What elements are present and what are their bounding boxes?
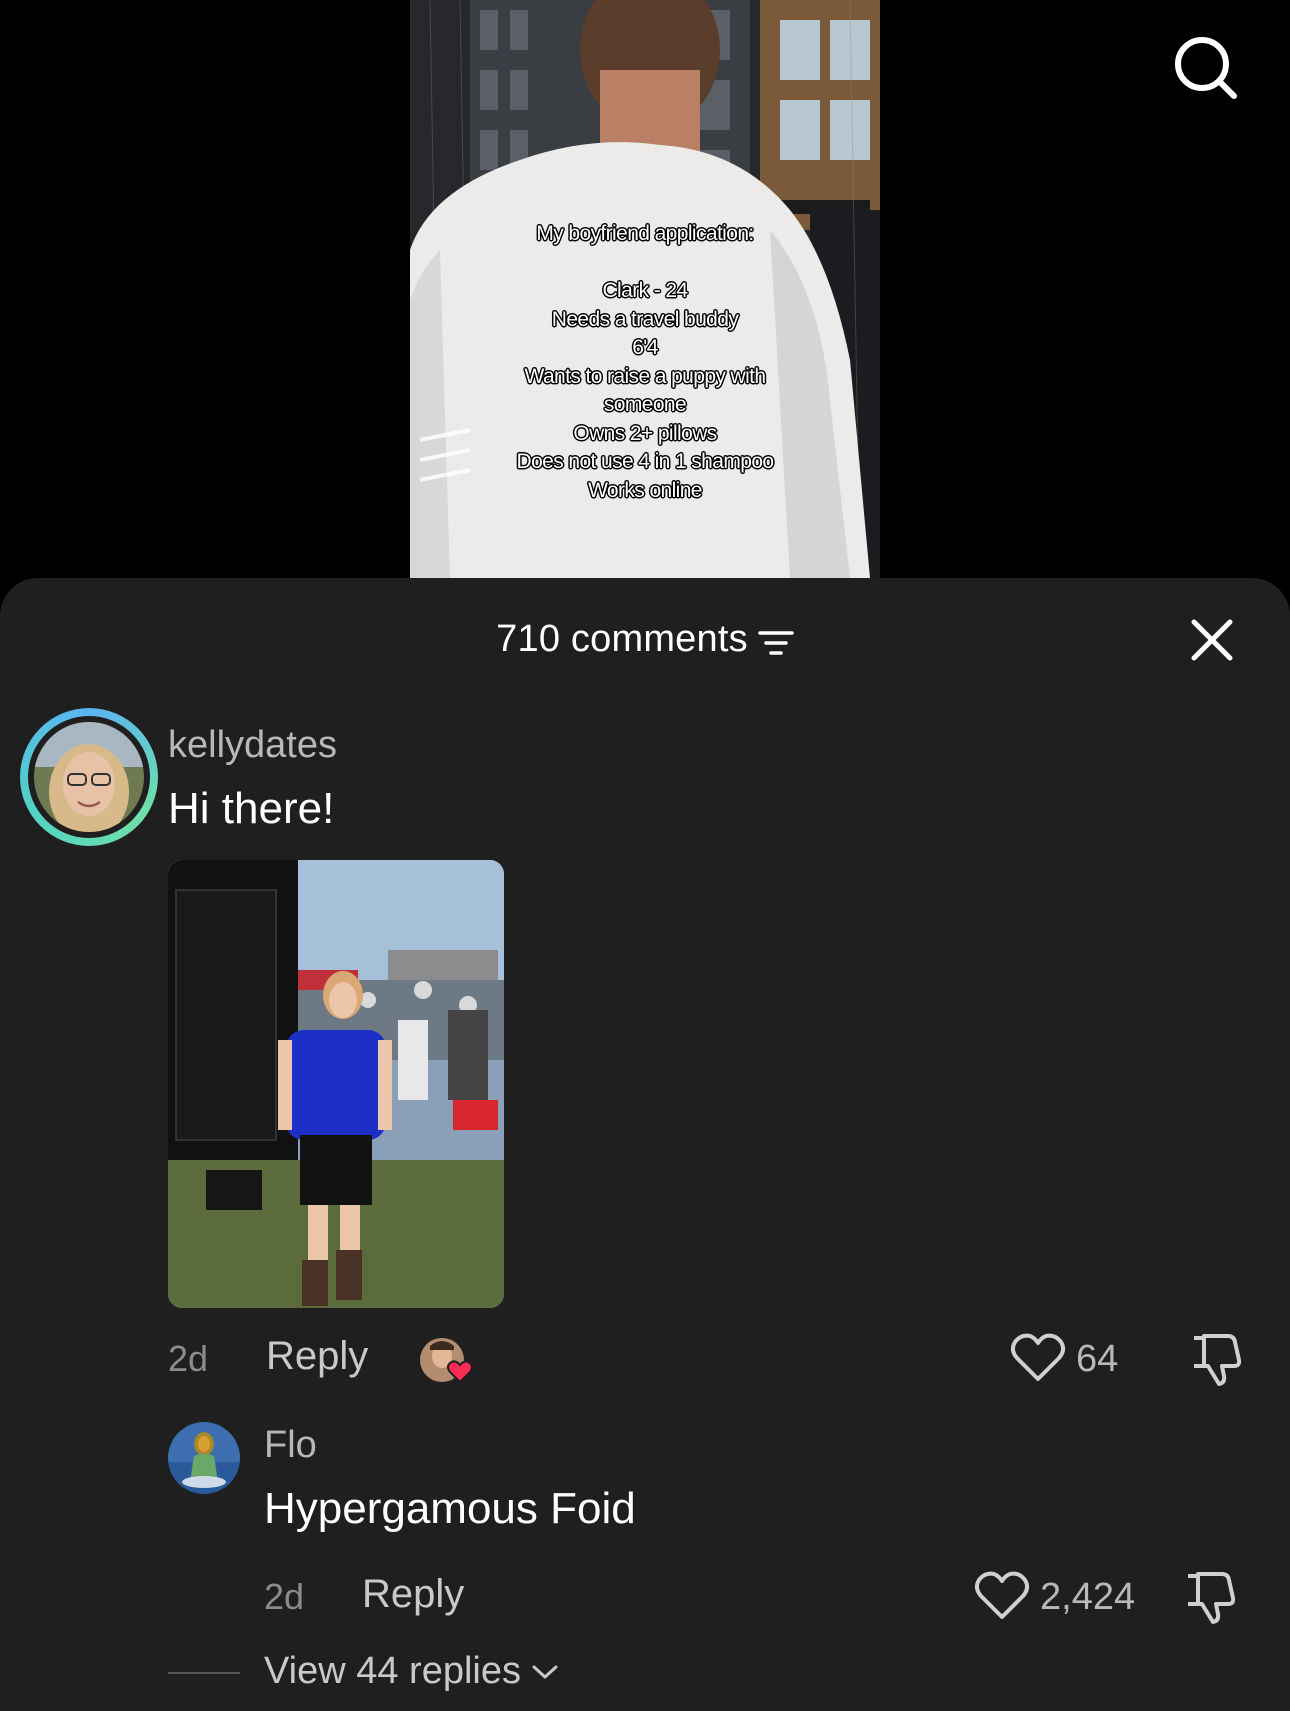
search-button[interactable] [1170,32,1242,104]
view-replies-label: View 44 replies [264,1650,522,1692]
chevron-down-icon [532,1665,558,1678]
search-icon [1175,37,1237,99]
comments-sheet: 710 comments kellydates Hi there! 2d Rep… [0,578,1290,1711]
video-frame[interactable]: My boyfriend application: Clark - 24 Nee… [410,0,880,578]
overlay-line: Wants to raise a puppy with [524,364,767,388]
overlay-line: 6'4 [632,336,658,359]
user-avatar-image [168,1422,240,1494]
video-caption-overlay: My boyfriend application: Clark - 24 Nee… [410,220,880,505]
overlay-title: My boyfriend application: [536,222,754,245]
comment-age: 2d [264,1576,305,1617]
view-replies-button[interactable]: View 44 replies [264,1650,559,1693]
replies-divider-line [168,1672,240,1674]
thumbs-down-icon [1188,1572,1236,1624]
like-count: 2,424 [1040,1576,1136,1618]
reply-button[interactable]: Reply [362,1572,464,1617]
comment-text: Hypergamous Foid [264,1484,636,1533]
overlay-line: someone [603,393,687,416]
heart-outline-icon [974,1571,1030,1619]
comment-username[interactable]: Flo [264,1424,317,1467]
overlay-line: Needs a travel buddy [551,307,739,331]
dislike-button[interactable] [1184,1568,1238,1629]
overlay-line: Clark - 24 [602,279,688,302]
overlay-line: Owns 2+ pillows [573,421,717,445]
comment-item: Flo Hypergamous Foid 2d Reply 2,424 View… [0,578,1290,1711]
video-player[interactable]: My boyfriend application: Clark - 24 Nee… [0,0,1290,600]
overlay-line: Does not use 4 in 1 shampoo [516,450,775,473]
avatar[interactable] [168,1422,240,1494]
overlay-line: Works online [588,478,702,502]
like-button[interactable] [974,1570,1030,1627]
